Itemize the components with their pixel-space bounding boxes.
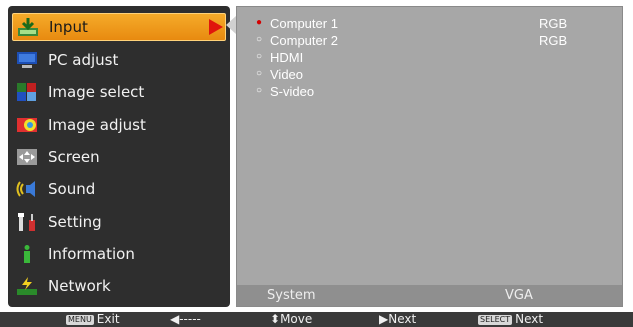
radio-icon: ○ [256, 51, 263, 62]
select-key-icon: SELECT [478, 315, 513, 325]
menu-item-label: Setting [48, 213, 102, 231]
image-adjust-icon [16, 115, 38, 135]
menu-item-image-adjust[interactable]: Image adjust [12, 111, 226, 139]
radio-icon: ○ [256, 34, 263, 45]
network-icon [16, 276, 38, 296]
menu-item-sound[interactable]: Sound [12, 175, 226, 203]
menu-item-information[interactable]: Information [12, 240, 226, 268]
input-signal: RGB [539, 33, 568, 48]
menu-item-network[interactable]: Network [12, 272, 226, 300]
exit-label: Exit [96, 312, 120, 326]
back-hint: ◀----- [170, 312, 201, 326]
image-select-icon [16, 82, 38, 102]
move-hint: ⬍Move [270, 312, 312, 327]
wrench-icon [16, 212, 38, 232]
input-option-label: Computer 2 [270, 33, 338, 48]
main-menu: Input PC adjust Image select Image adjus… [8, 6, 230, 307]
menu-item-label: Image adjust [48, 116, 146, 134]
input-option-hdmi[interactable]: ○ HDMI [256, 50, 616, 66]
select-label: Next [515, 312, 544, 326]
monitor-icon [16, 50, 38, 70]
radio-icon: ○ [256, 68, 263, 79]
menu-item-label: PC adjust [48, 51, 119, 69]
input-submenu-panel: ● Computer 1 RGB ○ Computer 2 RGB ○ HDMI… [236, 6, 623, 307]
input-option-label: HDMI [270, 50, 304, 65]
input-signal: RGB [539, 16, 568, 31]
menu-key-icon: MENU [66, 315, 94, 325]
up-down-arrow-icon: ⬍ [270, 312, 281, 326]
input-option-video[interactable]: ○ Video [256, 67, 616, 83]
move-label: Move [280, 312, 313, 326]
menu-item-label: Screen [48, 148, 100, 166]
input-option-label: Video [270, 67, 304, 82]
system-label: System [267, 288, 316, 303]
speaker-icon [16, 179, 38, 199]
menu-item-label: Image select [48, 83, 145, 101]
info-icon [16, 244, 38, 264]
menu-item-pc-adjust[interactable]: PC adjust [12, 46, 226, 74]
menu-item-label: Information [48, 245, 135, 263]
input-option-label: Computer 1 [270, 16, 338, 31]
select-hint: SELECT Next [478, 312, 543, 327]
exit-hint: MENU Exit [66, 312, 120, 327]
input-option-computer-1[interactable]: ● Computer 1 RGB [256, 16, 616, 32]
submenu-pointer-icon [226, 16, 236, 34]
menu-item-label: Input [49, 18, 88, 36]
menu-item-screen[interactable]: Screen [12, 143, 226, 171]
system-value: VGA [505, 288, 533, 303]
input-option-label: S-video [270, 84, 315, 99]
selected-arrow-icon [209, 19, 223, 35]
screen-icon [16, 147, 38, 167]
menu-item-label: Network [48, 277, 111, 295]
radio-icon: ○ [256, 85, 263, 96]
key-guide-bar: MENU Exit ◀----- ⬍Move ▶Next SELECT Next [0, 312, 633, 327]
input-option-computer-2[interactable]: ○ Computer 2 RGB [256, 33, 616, 49]
menu-item-setting[interactable]: Setting [12, 208, 226, 236]
menu-item-input[interactable]: Input [12, 13, 226, 41]
menu-item-label: Sound [48, 180, 96, 198]
system-status-bar: System VGA [237, 285, 622, 306]
input-icon [17, 17, 39, 37]
next-hint: ▶Next [379, 312, 417, 326]
selected-radio-icon: ● [256, 17, 263, 28]
menu-item-image-select[interactable]: Image select [12, 78, 226, 106]
input-option-s-video[interactable]: ○ S-video [256, 84, 616, 100]
